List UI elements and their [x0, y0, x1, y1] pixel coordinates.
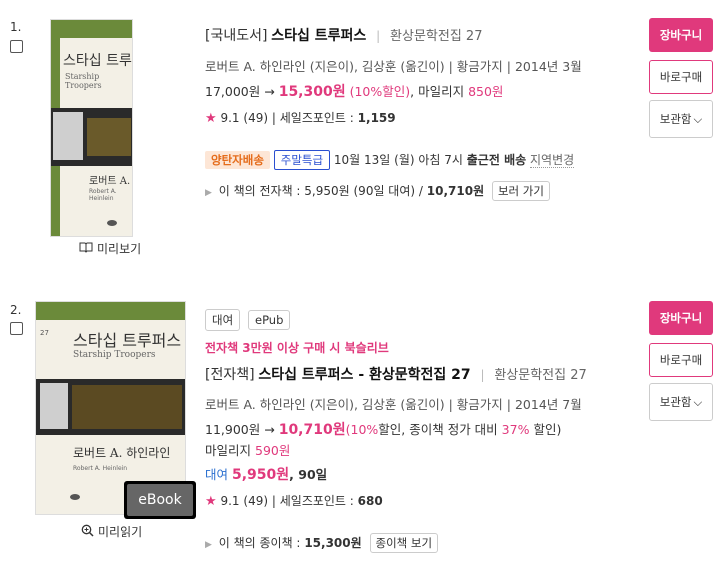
add-to-cart-button[interactable]: 장바구니: [649, 301, 713, 335]
paper-price: 15,300원: [304, 536, 362, 550]
buy-now-button[interactable]: 바로구매: [649, 60, 713, 94]
ebook-badge: eBook: [124, 481, 196, 519]
ebook-price: 10,710원: [426, 184, 485, 198]
cover-author-en: Robert A. Heinlein: [89, 188, 117, 202]
book-title[interactable]: 스타십 트루퍼스: [271, 28, 366, 44]
delivery-badge: 양탄자배송: [205, 151, 270, 169]
wishlist-button[interactable]: 보관함 ⌵: [649, 383, 713, 421]
review-count[interactable]: (49): [243, 111, 268, 125]
format-epub: ePub: [248, 310, 291, 330]
read-preview-link[interactable]: 미리읽기: [81, 523, 142, 540]
view-paperbook-button[interactable]: 종이책 보기: [369, 533, 439, 553]
preview-label: 미리보기: [97, 242, 142, 256]
select-checkbox[interactable]: [10, 322, 23, 335]
select-checkbox[interactable]: [10, 40, 23, 53]
star-icon: ★: [205, 494, 217, 509]
rating: 9.1: [220, 494, 240, 508]
author-line: 로버트 A. 하인라인 (지은이), 김상훈 (옮긴이) | 황금가지 | 20…: [205, 397, 582, 412]
region-change-link[interactable]: 지역변경: [529, 153, 575, 168]
cover-author-en: Robert A. Heinlein: [73, 465, 128, 472]
category: [국내도서]: [205, 28, 268, 44]
cover-title: 스타십 트루퍼스: [73, 331, 182, 350]
preview-link[interactable]: 미리보기: [79, 240, 141, 257]
rating: 9.1: [220, 111, 240, 125]
format-rental: 대여: [205, 309, 241, 331]
sale-price: 15,300원: [278, 84, 346, 100]
sales-point: 1,159: [357, 111, 396, 125]
promo-text[interactable]: 전자책 3만원 이상 구매 시 북슬리브: [205, 339, 389, 356]
delivery-date: 10월 13일 (월) 아침 7시: [333, 153, 463, 167]
cover-author: 로버트 A. 하인라인: [89, 176, 132, 187]
series-link[interactable]: 환상문학전집 27: [494, 368, 586, 383]
book-title[interactable]: 스타십 트루퍼스 - 환상문학전집 27: [258, 367, 470, 383]
author-line: 로버트 A. 하인라인 (지은이), 김상훈 (옮긴이) | 황금가지 | 20…: [205, 59, 582, 74]
chevron-down-icon: ⌵: [693, 111, 703, 126]
weekend-badge: 주말특급: [273, 150, 331, 170]
list-price: 17,000원: [205, 84, 261, 99]
cover-title: 스타십 트루퍼스: [63, 53, 132, 69]
chevron-down-icon: ⌵: [693, 394, 703, 409]
triangle-right-icon: ▶: [205, 188, 212, 198]
cover-author: 로버트 A. 하인라인: [73, 446, 171, 460]
cover-volume: 27: [40, 329, 49, 337]
review-count[interactable]: (49): [243, 494, 268, 508]
rental-label: 대여: [205, 467, 229, 482]
magnifier-icon: [81, 524, 94, 540]
series-link[interactable]: 환상문학전집 27: [390, 29, 482, 44]
view-ebook-button[interactable]: 보러 가기: [491, 181, 550, 201]
ebook-info: 이 책의 전자책 : 5,950원 (90일 대여) /: [218, 184, 423, 198]
discount: (10%할인): [349, 84, 411, 99]
delivery-type: 출근전 배송: [466, 153, 527, 167]
sales-point: 680: [357, 494, 383, 508]
category: [전자책]: [205, 367, 255, 383]
star-icon: ★: [205, 111, 217, 126]
mileage: 850원: [468, 84, 504, 99]
mileage: 590원: [255, 443, 291, 458]
buy-now-button[interactable]: 바로구매: [649, 343, 713, 377]
item-number: 2.: [10, 303, 22, 317]
triangle-right-icon: ▶: [205, 540, 212, 550]
cover-subtitle: Starship Troopers: [73, 350, 156, 360]
rental-price: 5,950원: [232, 467, 290, 483]
sale-price: 10,710원: [278, 422, 346, 438]
cover-subtitle: Starship Troopers: [65, 72, 102, 90]
item-number: 1.: [10, 20, 22, 34]
wishlist-button[interactable]: 보관함 ⌵: [649, 100, 713, 138]
add-to-cart-button[interactable]: 장바구니: [649, 18, 713, 52]
list-price: 11,900원: [205, 422, 261, 437]
book-open-icon: [79, 241, 93, 256]
book-cover[interactable]: 스타십 트루퍼스 Starship Troopers 로버트 A. 하인라인 R…: [50, 19, 133, 237]
preview-label: 미리읽기: [98, 525, 143, 539]
